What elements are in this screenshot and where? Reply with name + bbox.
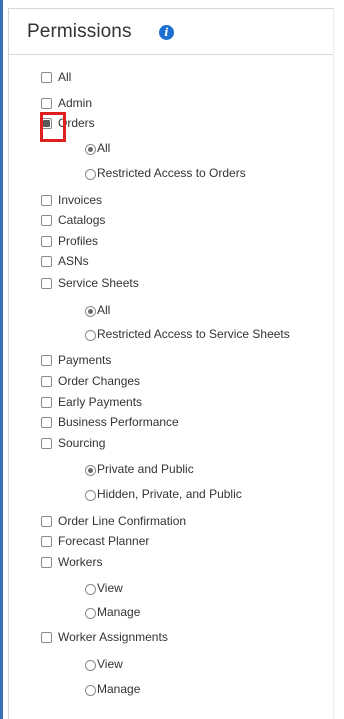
checkbox[interactable] — [41, 397, 52, 408]
page-title: Permissions — [27, 21, 132, 42]
radio-button[interactable] — [85, 169, 96, 180]
radio-button[interactable] — [85, 490, 96, 501]
checkbox[interactable] — [41, 278, 52, 289]
checkbox[interactable] — [41, 536, 52, 547]
checkbox-label: Business Performance — [58, 415, 179, 429]
checkbox[interactable] — [41, 256, 52, 267]
checkbox-label: Profiles — [58, 234, 99, 248]
radio-label: Private and Public — [97, 462, 194, 476]
checkbox[interactable] — [41, 355, 52, 366]
radio-label: View — [97, 657, 123, 671]
checkbox-label: Admin — [58, 96, 93, 110]
radio-label: Manage — [97, 605, 141, 619]
checkbox-label: Early Payments — [58, 395, 143, 409]
radio-label: All — [97, 141, 111, 155]
checkbox-label: All — [58, 70, 72, 84]
checkbox-label: Catalogs — [58, 213, 106, 227]
radio-button[interactable] — [85, 306, 96, 317]
checkbox[interactable] — [41, 215, 52, 226]
checkbox-label: Order Changes — [58, 374, 141, 388]
checkbox-label: Payments — [58, 353, 112, 367]
checkbox-label: ASNs — [58, 254, 89, 268]
checkbox[interactable] — [41, 557, 52, 568]
radio-label: Restricted Access to Service Sheets — [97, 327, 290, 341]
checkbox[interactable] — [41, 516, 52, 527]
checkbox-label: Sourcing — [58, 436, 106, 450]
radio-label: All — [97, 303, 111, 317]
radio-label: View — [97, 581, 123, 595]
checkbox[interactable] — [41, 376, 52, 387]
checkbox[interactable] — [41, 417, 52, 428]
radio-label: Hidden, Private, and Public — [97, 487, 242, 501]
checkbox-label: Forecast Planner — [58, 534, 150, 548]
radio-label: Manage — [97, 682, 141, 696]
checkbox[interactable] — [41, 438, 52, 449]
checkbox-label: Invoices — [58, 193, 103, 207]
radio-button[interactable] — [85, 330, 96, 341]
radio-button[interactable] — [85, 465, 96, 476]
checkbox-label: Service Sheets — [58, 276, 139, 290]
radio-button[interactable] — [85, 144, 96, 155]
radio-button[interactable] — [85, 608, 96, 619]
panel-header: Permissions i — [9, 9, 333, 55]
checkbox-label: Order Line Confirmation — [58, 514, 187, 528]
checkbox[interactable] — [41, 632, 52, 643]
radio-button[interactable] — [85, 685, 96, 696]
checkbox-label: Worker Assignments — [58, 630, 168, 644]
checkbox-label: Workers — [58, 555, 103, 569]
checkbox[interactable] — [41, 98, 52, 109]
checkbox[interactable] — [41, 236, 52, 247]
radio-label: Restricted Access to Orders — [97, 166, 246, 180]
checkbox[interactable] — [41, 195, 52, 206]
left-accent-bar — [0, 0, 3, 719]
highlight-box — [40, 112, 66, 142]
radio-button[interactable] — [85, 660, 96, 671]
checkbox[interactable] — [41, 72, 52, 83]
info-icon[interactable]: i — [159, 25, 174, 40]
radio-button[interactable] — [85, 584, 96, 595]
